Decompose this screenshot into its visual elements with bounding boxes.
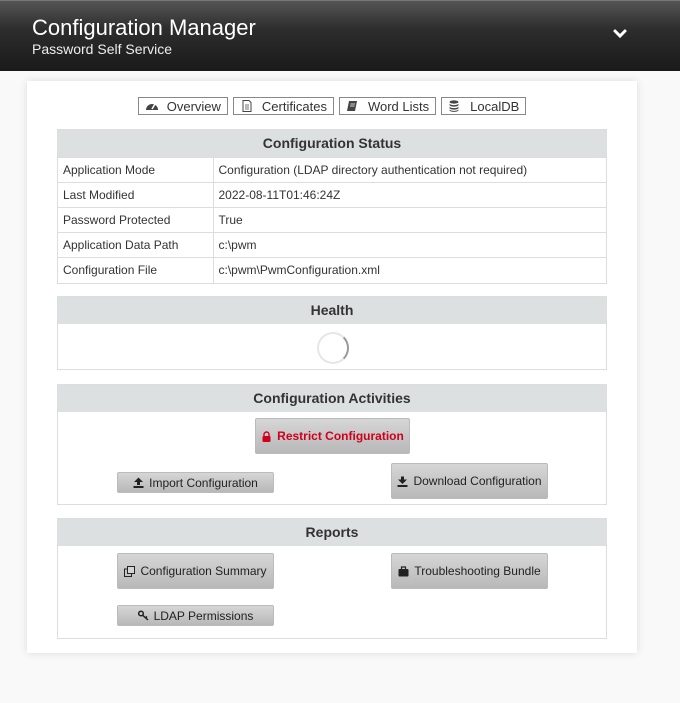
status-value: Configuration (LDAP directory authentica… bbox=[213, 157, 606, 183]
upload-icon bbox=[133, 477, 144, 488]
import-configuration-button[interactable]: Import Configuration bbox=[117, 472, 274, 493]
restrict-configuration-label: Restrict Configuration bbox=[277, 429, 404, 443]
localdb-button[interactable]: LocalDB bbox=[441, 97, 527, 115]
restrict-configuration-button[interactable]: Restrict Configuration bbox=[255, 418, 410, 454]
app-header: Configuration Manager Password Self Serv… bbox=[0, 0, 680, 71]
word-lists-button[interactable]: Word Lists bbox=[338, 97, 437, 115]
configuration-summary-label: Configuration Summary bbox=[140, 564, 267, 578]
table-row: Configuration File c:\pwm\PwmConfigurati… bbox=[58, 257, 606, 283]
status-key: Password Protected bbox=[58, 207, 214, 233]
database-icon bbox=[449, 100, 459, 112]
dashboard-icon bbox=[145, 103, 158, 110]
section-title: Configuration Status bbox=[58, 130, 606, 157]
certificates-button[interactable]: Certificates bbox=[232, 97, 334, 115]
table-row: Application Mode Configuration (LDAP dir… bbox=[58, 157, 606, 183]
status-value: 2022-08-11T01:46:24Z bbox=[213, 182, 606, 208]
troubleshooting-bundle-label: Troubleshooting Bundle bbox=[414, 564, 541, 578]
copy-icon bbox=[124, 565, 136, 577]
reports-section: Reports Configuration Summary Troublesho… bbox=[57, 518, 607, 639]
import-configuration-label: Import Configuration bbox=[149, 475, 258, 490]
troubleshooting-bundle-button[interactable]: Troubleshooting Bundle bbox=[391, 553, 548, 589]
table-row: Password Protected True bbox=[58, 207, 606, 233]
table-row: Last Modified 2022-08-11T01:46:24Z bbox=[58, 182, 606, 208]
main-panel: Overview Certificates Word Lists LocalDB… bbox=[27, 81, 637, 653]
download-configuration-button[interactable]: Download Configuration bbox=[391, 463, 548, 499]
status-value: c:\pwm\PwmConfiguration.xml bbox=[213, 257, 606, 283]
certificates-label: Certificates bbox=[261, 98, 327, 114]
table-row: Application Data Path c:\pwm bbox=[58, 232, 606, 258]
page-subtitle: Password Self Service bbox=[32, 41, 173, 57]
page-title: Configuration Manager bbox=[32, 15, 256, 40]
nav-bar: Overview Certificates Word Lists LocalDB bbox=[27, 97, 637, 115]
overview-button[interactable]: Overview bbox=[137, 97, 228, 115]
briefcase-icon bbox=[398, 565, 409, 576]
section-title: Reports bbox=[58, 519, 606, 546]
status-key: Application Data Path bbox=[58, 232, 214, 258]
health-section: Health bbox=[57, 296, 607, 370]
ldap-permissions-label: LDAP Permissions bbox=[153, 608, 254, 623]
download-configuration-label: Download Configuration bbox=[413, 474, 542, 488]
document-icon bbox=[242, 100, 252, 112]
book-icon bbox=[346, 101, 357, 111]
status-table: Application Mode Configuration (LDAP dir… bbox=[58, 157, 606, 283]
status-key: Last Modified bbox=[58, 182, 214, 208]
lock-icon bbox=[262, 430, 271, 442]
status-value: c:\pwm bbox=[213, 232, 606, 258]
chevron-down-icon[interactable] bbox=[612, 25, 628, 43]
status-key: Configuration File bbox=[58, 257, 214, 283]
configuration-summary-button[interactable]: Configuration Summary bbox=[117, 553, 274, 589]
status-key: Application Mode bbox=[58, 157, 214, 183]
status-value: True bbox=[213, 207, 606, 233]
section-title: Health bbox=[58, 297, 606, 324]
section-title: Configuration Activities bbox=[58, 385, 606, 412]
localdb-label: LocalDB bbox=[470, 98, 520, 114]
key-icon bbox=[137, 610, 149, 621]
ldap-permissions-button[interactable]: LDAP Permissions bbox=[117, 605, 274, 626]
download-icon bbox=[397, 476, 408, 487]
loading-spinner-icon bbox=[317, 332, 349, 364]
configuration-activities-section: Configuration Activities Restrict Config… bbox=[57, 384, 607, 505]
word-lists-label: Word Lists bbox=[367, 98, 430, 114]
configuration-status-section: Configuration Status Application Mode Co… bbox=[57, 129, 607, 284]
overview-label: Overview bbox=[166, 98, 221, 114]
